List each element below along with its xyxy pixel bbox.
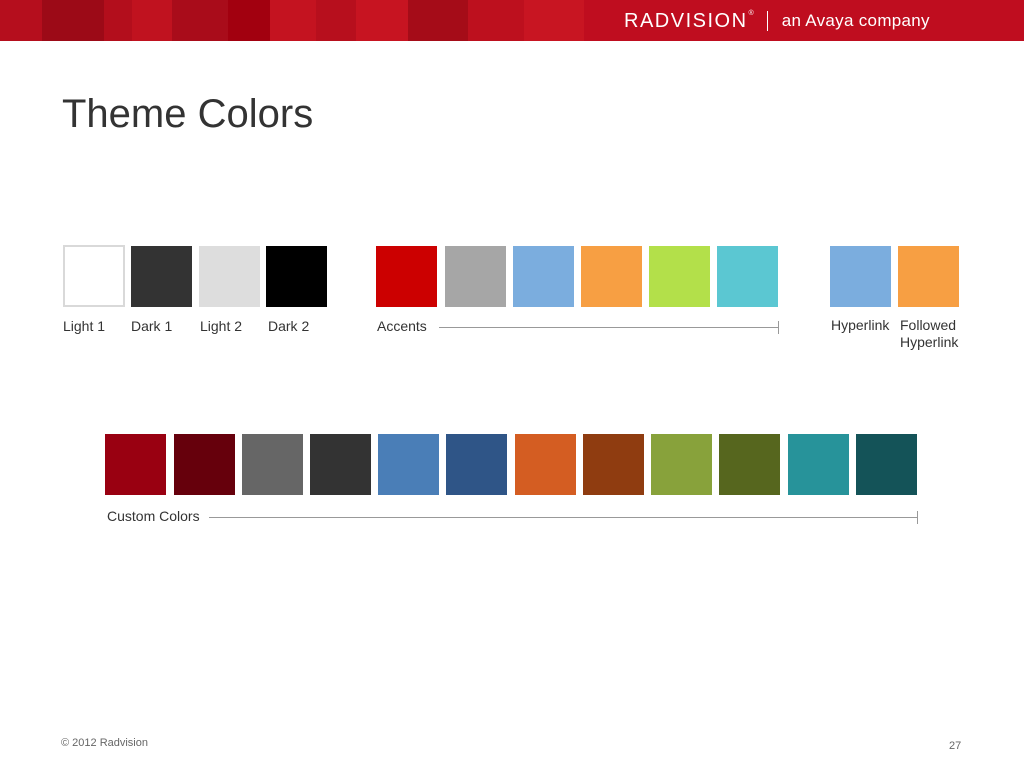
brand-name: RADVISION xyxy=(624,9,748,32)
label-light-2: Light 2 xyxy=(200,318,243,334)
page-number: 27 xyxy=(949,740,962,752)
header-band xyxy=(132,0,172,41)
label-custom-colors: Custom Colors xyxy=(107,508,200,524)
accents-bracket-end xyxy=(778,321,779,334)
swatch-dark-1 xyxy=(131,246,192,307)
swatch-accent-5 xyxy=(649,246,710,307)
swatch-accent-3 xyxy=(513,246,574,307)
swatch-custom-2 xyxy=(174,434,235,495)
swatch-accent-2 xyxy=(445,246,506,307)
header-band xyxy=(228,0,270,41)
swatch-custom-9 xyxy=(651,434,712,495)
swatch-accent-4 xyxy=(581,246,642,307)
header-band xyxy=(468,0,524,41)
swatch-custom-3 xyxy=(242,434,303,495)
swatch-custom-8 xyxy=(583,434,644,495)
header-band xyxy=(172,0,228,41)
label-accents: Accents xyxy=(377,318,427,334)
swatch-light-2 xyxy=(199,246,260,307)
header-band xyxy=(0,0,42,41)
swatch-custom-11 xyxy=(788,434,849,495)
brand-tagline: an Avaya company xyxy=(781,11,930,30)
label-dark-2: Dark 2 xyxy=(268,318,310,334)
swatch-custom-7 xyxy=(515,434,576,495)
swatch-custom-5 xyxy=(378,434,439,495)
header-band xyxy=(42,0,104,41)
label-light-1: Light 1 xyxy=(63,318,106,334)
swatch-accent-6 xyxy=(717,246,778,307)
swatch-light-1 xyxy=(63,245,125,307)
label-followed-line-1: Followed xyxy=(900,317,957,333)
registered-mark: ® xyxy=(748,10,754,17)
custom-bracket-end xyxy=(917,511,918,524)
header-band xyxy=(316,0,356,41)
header-band xyxy=(356,0,408,41)
swatch-followed-hyperlink xyxy=(898,246,959,307)
header-band xyxy=(524,0,584,41)
slide-title: Theme Colors xyxy=(62,92,314,136)
header-band xyxy=(104,0,132,41)
label-dark-1: Dark 1 xyxy=(131,318,173,334)
swatch-custom-10 xyxy=(719,434,780,495)
label-hyperlink: Hyperlink xyxy=(831,317,890,333)
radvision-logo: RADVISION ® an Avaya company xyxy=(624,9,930,33)
custom-bracket-line xyxy=(209,517,917,518)
swatch-custom-12 xyxy=(856,434,917,495)
logo-divider xyxy=(766,11,768,31)
swatch-custom-4 xyxy=(310,434,371,495)
swatch-accent-1 xyxy=(376,246,437,307)
header-band xyxy=(408,0,468,41)
swatch-dark-2 xyxy=(266,246,327,307)
swatch-hyperlink xyxy=(830,246,891,307)
swatch-custom-6 xyxy=(446,434,507,495)
copyright-text: © 2012 Radvision xyxy=(61,737,148,749)
swatch-custom-1 xyxy=(105,434,166,495)
header-bar: RADVISION ® an Avaya company xyxy=(0,0,1024,41)
header-band xyxy=(270,0,316,41)
accents-bracket-line xyxy=(439,327,778,328)
label-followed-line-2: Hyperlink xyxy=(900,334,959,350)
